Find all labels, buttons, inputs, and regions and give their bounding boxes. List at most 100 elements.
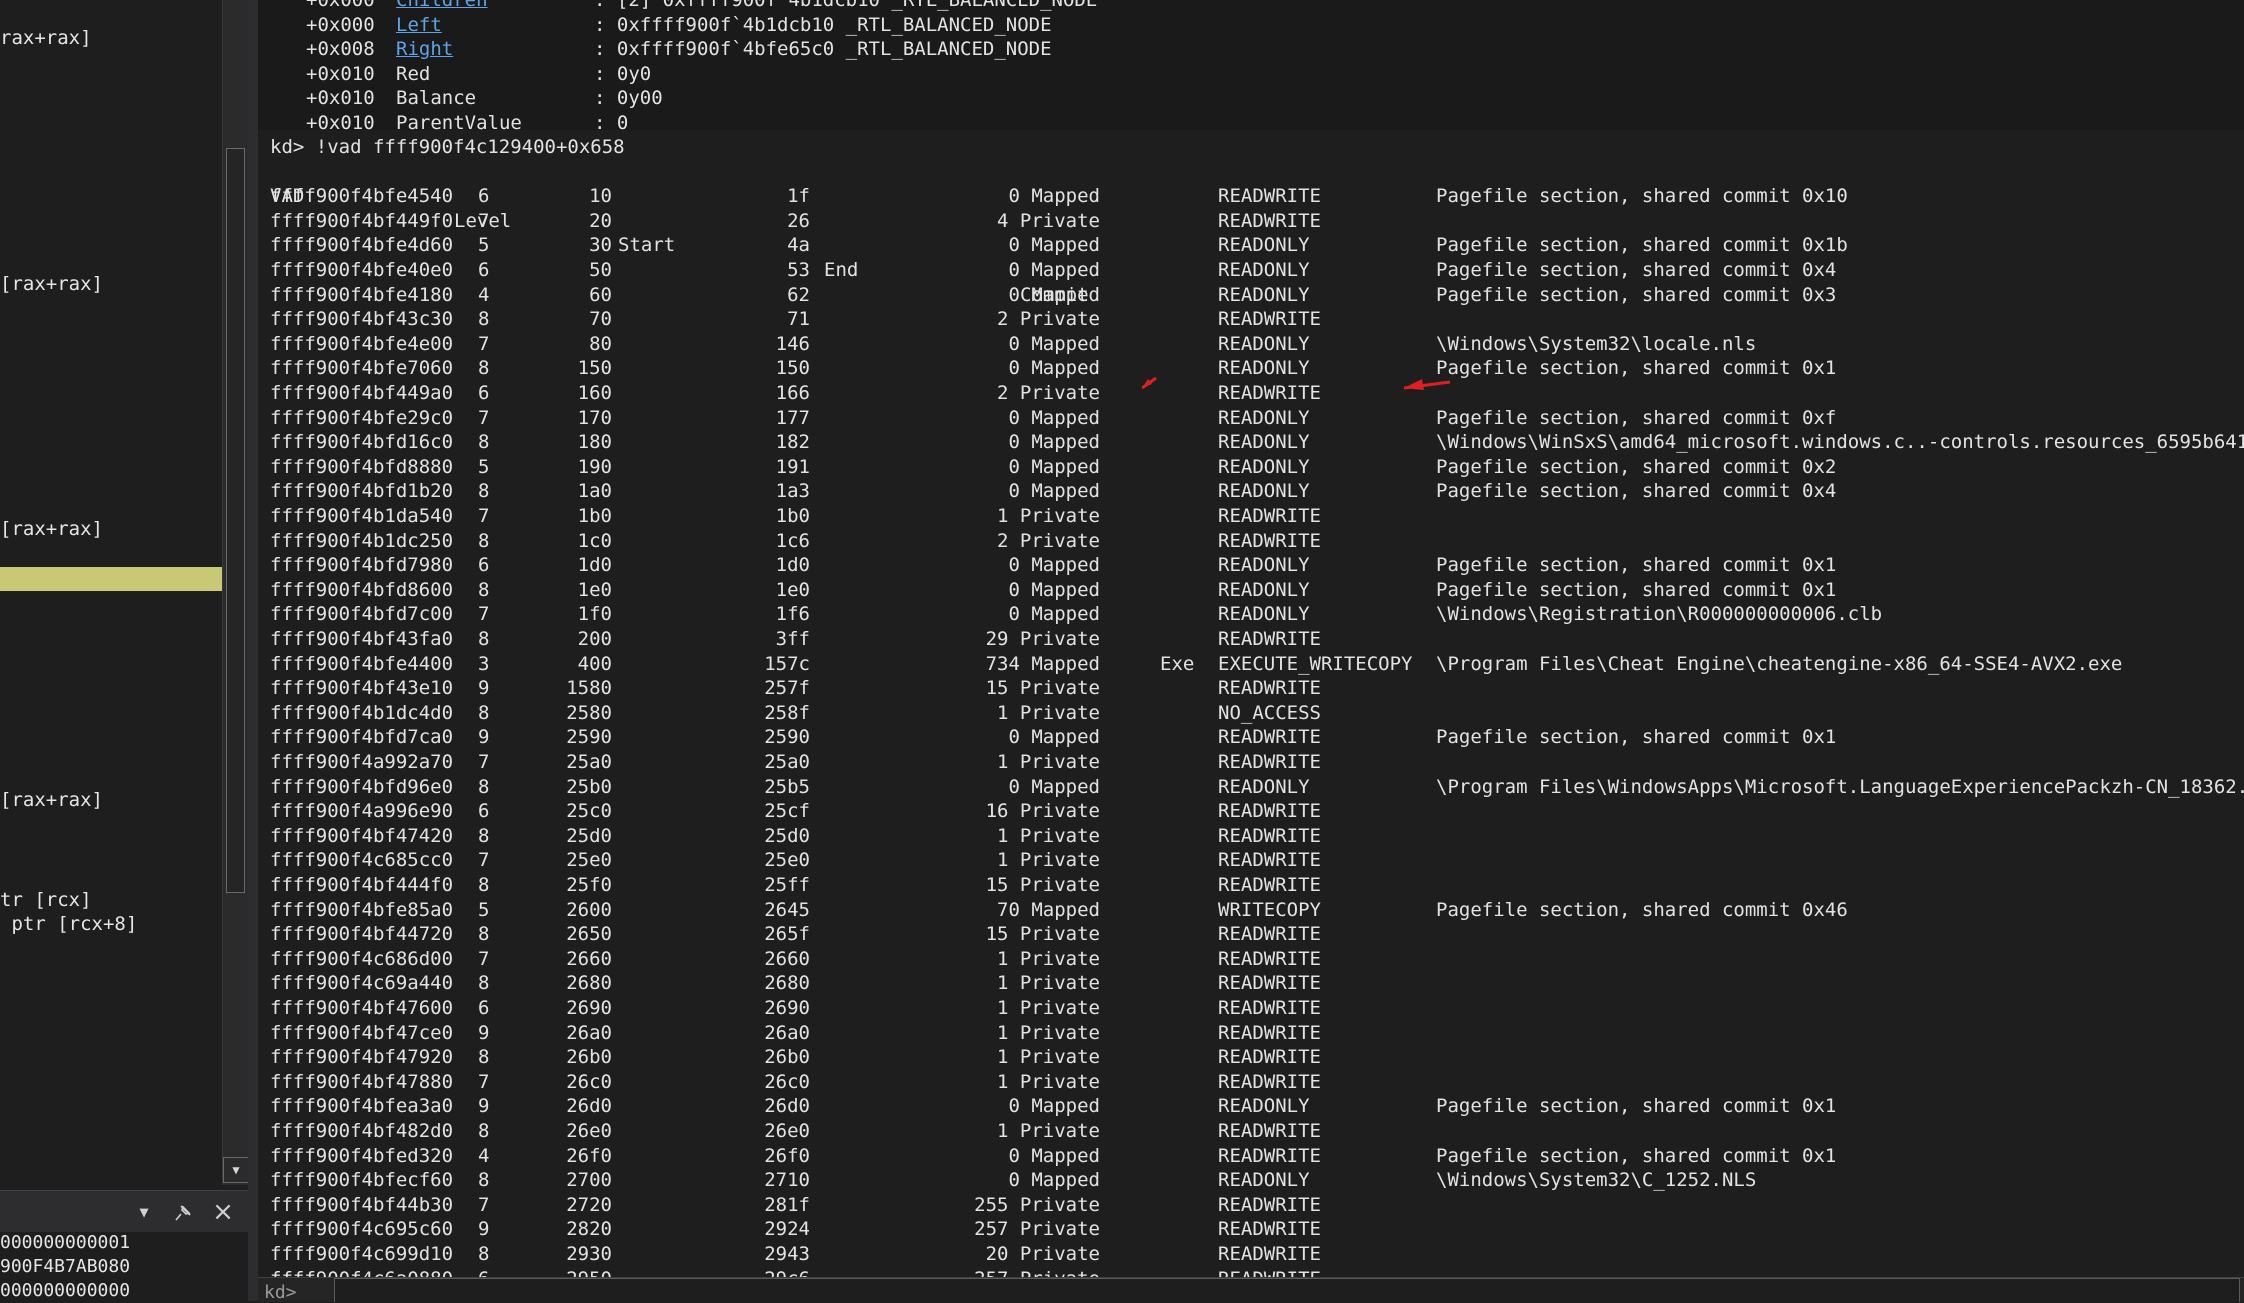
field-name: ParentValue	[396, 112, 522, 134]
vad-protection: READWRITE	[1218, 947, 1321, 970]
field-offset: +0x010	[306, 87, 375, 110]
vad-protection: READONLY	[1218, 431, 1310, 454]
vad-row: ffff900f4bf47420 8 25d0 25d0 1 Private READWR…	[270, 824, 2230, 849]
vad-commit: 0 Mapped	[1008, 234, 1100, 257]
memory-line: 900F4B7AB080	[0, 1256, 131, 1277]
vad-description: \Program Files\WindowsApps\Microsoft.Lan…	[1436, 775, 2244, 798]
scrollbar-thumb[interactable]	[226, 148, 245, 893]
memory-line: 000000000000	[0, 1280, 131, 1301]
vad-row: ffff900f4bf47600 6 2690 2690 1 Private READWR…	[270, 996, 2230, 1021]
vad-header-row: VAD Level Start End Commit	[270, 160, 2230, 305]
vad-protection: READONLY	[1218, 259, 1310, 281]
vad-commit: 0 Mapped	[1008, 1169, 1100, 1192]
disassembly-line: [rax+rax]	[0, 789, 103, 811]
vad-protection: EXECUTE_WRITECOPY	[1218, 652, 1413, 675]
vad-protection: READWRITE	[1218, 677, 1321, 700]
vad-commit: 15 Private	[985, 677, 1100, 700]
vad-description: Pagefile section, shared commit 0x1	[1436, 554, 1837, 577]
vad-protection: READWRITE	[1218, 1218, 1321, 1241]
vad-commit: 0 Mapped	[1008, 726, 1100, 749]
vad-protection: READWRITE	[1218, 185, 1321, 208]
field-name-link[interactable]: Left	[396, 13, 442, 38]
vad-protection: READWRITE	[1218, 997, 1321, 1019]
field-name: Balance	[396, 87, 477, 110]
field-value: : 0xffff900f`4bfe65c0 _RTL_BALANCED_NODE	[594, 38, 1052, 61]
vad-commit: 0 Mapped	[1008, 283, 1100, 306]
field-offset: +0x008	[306, 38, 375, 61]
field-offset: +0x000	[306, 0, 375, 11]
vad-commit: 255 Private	[974, 1193, 1100, 1216]
vad-commit: 2 Private	[997, 529, 1100, 552]
vad-description: Pagefile section, shared commit 0x3	[1436, 283, 1837, 306]
vad-description: Pagefile section, shared commit 0x1b	[1436, 234, 1848, 257]
vad-commit: 15 Private	[985, 874, 1100, 896]
vad-protection: READONLY	[1218, 332, 1310, 355]
vad-commit: 0 Mapped	[1008, 259, 1100, 281]
vad-row: ffff900f4bfe29c0 7 170 177 0 Mapped READONLY P…	[270, 406, 2230, 431]
scroll-down-arrow-icon[interactable]: ▼	[223, 1157, 249, 1183]
vad-row: ffff900f4bfe4d60 5 30 4a 0 Mapped READONLY Pag…	[270, 233, 2230, 258]
vad-row: ffff900f4bfe4180 4 60 62 0 Mapped READONLY Pag…	[270, 283, 2230, 308]
field-offset: +0x000	[306, 13, 375, 36]
vad-row: ffff900f4bfe4e00 7 80 146 0 Mapped READONLY \W…	[270, 332, 2230, 357]
field-name: Red	[396, 62, 431, 85]
vad-commit: 0 Mapped	[1008, 554, 1100, 577]
vad-protection: READONLY	[1218, 603, 1310, 626]
vad-protection: NO_ACCESS	[1218, 701, 1321, 724]
vad-protection: READWRITE	[1218, 751, 1321, 773]
vad-commit: 0 Mapped	[1008, 357, 1100, 380]
vad-protection: READWRITE	[1218, 1021, 1321, 1044]
vad-protection: READWRITE	[1218, 1144, 1321, 1167]
pin-icon[interactable]	[170, 1200, 196, 1226]
vad-commit: 0 Mapped	[1008, 455, 1100, 478]
vad-description: \Windows\Registration\R000000000006.clb	[1436, 603, 1883, 626]
vad-commit: 0 Mapped	[1008, 1095, 1100, 1118]
disassembly-line: tr [rcx]	[0, 889, 92, 911]
vad-commit: 1 Private	[997, 997, 1100, 1019]
vad-commit: 1 Private	[997, 849, 1100, 872]
command-output-pane[interactable]: +0x000 Children: [2] 0xffff900f`4b1dcb10 …	[258, 0, 2244, 1277]
command-input[interactable]	[334, 1278, 2240, 1302]
vad-protection: READWRITE	[1218, 1267, 1321, 1277]
field-value: : 0y00	[594, 87, 663, 110]
vad-exe-flag: Exe	[1160, 652, 1195, 675]
vad-row: ffff900f4b1dc250 8 1c0 1c6 2 Private READWRIT…	[270, 529, 2230, 554]
field-name-link[interactable]: Right	[396, 37, 453, 62]
current-instruction-highlight	[0, 567, 222, 591]
field-name-link[interactable]: Children	[396, 0, 488, 13]
disassembly-scrollbar[interactable]: ▼	[222, 0, 249, 1185]
vad-row: ffff900f4bfd7980 6 1d0 1d0 0 Mapped READONLY P…	[270, 553, 2230, 578]
vad-description: \Program Files\Cheat Engine\cheatengine-…	[1436, 652, 2123, 675]
vad-commit: 257 Private	[974, 1218, 1100, 1241]
vad-description: \Windows\System32\C_1252.NLS	[1436, 1169, 1757, 1192]
memory-line: 000000000001	[0, 1232, 131, 1253]
vad-commit: 15 Private	[985, 923, 1100, 946]
vad-description: Pagefile section, shared commit 0xf	[1436, 406, 1837, 429]
vad-commit: 4 Private	[997, 209, 1100, 232]
field-value: : 0xffff900f`4b1dcb10 _RTL_BALANCED_NODE	[594, 13, 1052, 36]
vad-protection: READWRITE	[1218, 824, 1321, 847]
pane-splitter[interactable]	[248, 0, 258, 1301]
vad-description: Pagefile section, shared commit 0x4	[1436, 259, 1837, 281]
vad-commit: 1 Private	[997, 701, 1100, 724]
struct-field-row: +0x010 ParentValue: 0	[270, 111, 2230, 136]
vad-commit: 2 Private	[997, 308, 1100, 331]
vad-row: ffff900f4bfe85a0 5 2600 2645 70 Mapped WRITEC…	[270, 898, 2230, 923]
red-arrow-annotation	[1142, 376, 1451, 390]
command-line: kd> !vad ffff900f4c129400+0x658	[270, 136, 625, 158]
vad-row: ffff900f4bf43fa0 8 200 3ff 29 Private READWRI…	[270, 627, 2230, 652]
vad-commit: 0 Mapped	[1008, 480, 1100, 503]
field-value: : 0	[594, 112, 629, 134]
vad-description: Pagefile section, shared commit 0x1	[1436, 578, 1837, 601]
vad-protection: READONLY	[1218, 1095, 1310, 1118]
close-icon[interactable]: ×	[209, 1197, 237, 1227]
vad-row: ffff900f4bf44720 8 2650 265f 15 Private READW…	[270, 922, 2230, 947]
vad-protection: READWRITE	[1218, 849, 1321, 872]
disassembly-pane[interactable]: rax+rax] [rax+rax] [rax+rax] [rax+rax] tr [r…	[0, 0, 222, 1185]
vad-commit: 0 Mapped	[1008, 332, 1100, 355]
chevron-down-icon[interactable]: ▼	[133, 1201, 155, 1223]
struct-field-row: +0x008 Right : 0xffff900f`4bfe65c0 _RTL_BA…	[270, 37, 2230, 62]
memory-pane[interactable]: 000000000001 900F4B7AB080 000000000000	[0, 1232, 248, 1301]
vad-row: ffff900f4bf444f0 8 25f0 25ff 15 Private READW…	[270, 873, 2230, 898]
vad-commit: 0 Mapped	[1008, 775, 1100, 798]
